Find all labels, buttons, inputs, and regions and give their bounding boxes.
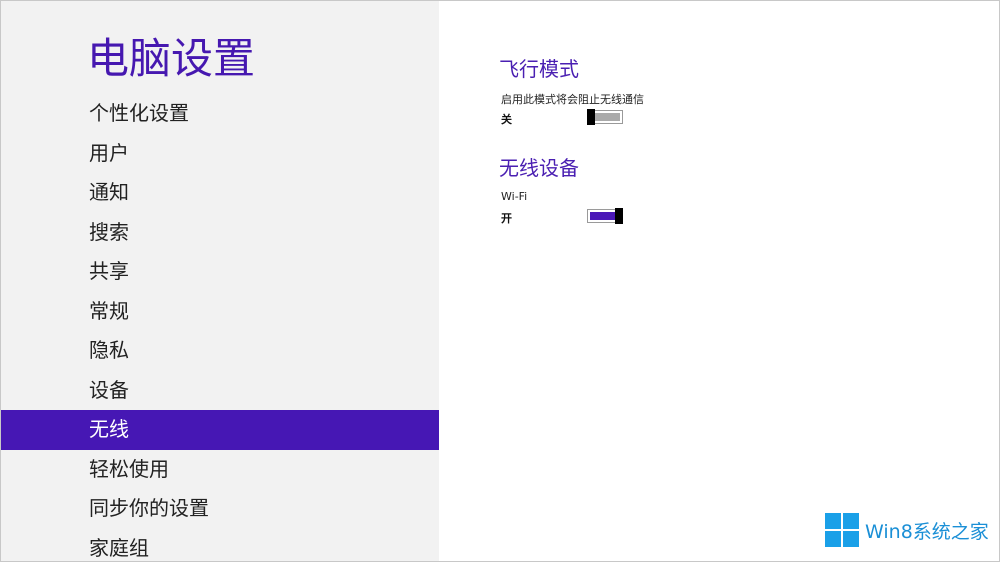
page-title: 电脑设置: [87, 34, 256, 83]
sidebar-item-privacy[interactable]: 隐私: [1, 331, 439, 371]
sidebar-item-personalize[interactable]: 个性化设置: [1, 94, 439, 134]
sidebar-nav: 个性化设置 用户 通知 搜索 共享 常规 隐私 设备 无线 轻松使用 同步你的设…: [1, 94, 439, 562]
airplane-mode-description: 启用此模式将会阻止无线通信: [501, 93, 644, 106]
toggle-thumb[interactable]: [615, 208, 623, 224]
sidebar-item-search[interactable]: 搜索: [1, 213, 439, 253]
sidebar-item-devices[interactable]: 设备: [1, 371, 439, 411]
wifi-state: 开: [501, 212, 512, 225]
pc-settings-window: 电脑设置 个性化设置 用户 通知 搜索 共享 常规 隐私 设备 无线 轻松使用 …: [0, 0, 1000, 562]
sidebar-item-sync-settings[interactable]: 同步你的设置: [1, 489, 439, 529]
sidebar-item-ease-of-access[interactable]: 轻松使用: [1, 450, 439, 490]
airplane-mode-toggle[interactable]: [587, 109, 623, 125]
airplane-mode-heading: 飞行模式: [499, 57, 579, 81]
wifi-label: Wi-Fi: [501, 190, 528, 203]
sidebar-item-wireless[interactable]: 无线: [1, 410, 439, 450]
wifi-toggle[interactable]: [587, 208, 623, 224]
wireless-devices-heading: 无线设备: [499, 156, 579, 180]
sidebar-item-notifications[interactable]: 通知: [1, 173, 439, 213]
watermark: Win8系统之家: [825, 513, 989, 547]
toggle-thumb[interactable]: [587, 109, 595, 125]
sidebar-item-homegroup[interactable]: 家庭组: [1, 529, 439, 562]
sidebar-item-share[interactable]: 共享: [1, 252, 439, 292]
airplane-mode-state: 关: [501, 113, 512, 126]
sidebar: 电脑设置 个性化设置 用户 通知 搜索 共享 常规 隐私 设备 无线 轻松使用 …: [1, 1, 439, 561]
watermark-text: Win8系统之家: [865, 520, 989, 543]
windows-logo-icon: [825, 513, 859, 547]
main-content: 飞行模式 启用此模式将会阻止无线通信 关 无线设备 Wi-Fi 开: [439, 1, 999, 561]
sidebar-item-general[interactable]: 常规: [1, 292, 439, 332]
sidebar-item-users[interactable]: 用户: [1, 134, 439, 174]
